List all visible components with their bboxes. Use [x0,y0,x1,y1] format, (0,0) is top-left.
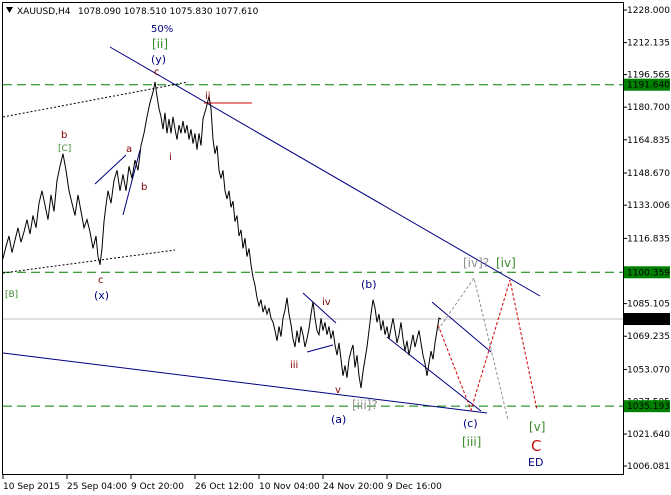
label-b-small: b [141,182,147,193]
y-tick-label-3: 1180.700 [627,103,670,113]
y-tick-label-13: 1021.640 [627,430,670,440]
y-tick-label-9: 1085.105 [627,300,670,310]
label-iii-green: [iii] [462,435,481,449]
x-tick-label-0: 10 Sep 2015 [3,482,60,492]
wedge-top-a [94,154,127,185]
price-chart: 50% [ii] (y) c ii a b i b [C] c (x) [B] … [2,2,670,492]
wedge-bottom-iv [306,344,334,353]
wedge-c-top [431,301,492,353]
x-tick-label-2: 9 Oct 20:00 [131,482,184,492]
label-x: (x) [94,289,109,302]
x-tick-label-1: 25 Sep 04:00 [67,482,127,492]
header: XAUUSD,H4 1078.090 1078.510 1075.830 107… [6,7,259,17]
y-tick-label-6: 1133.006 [627,201,670,211]
label-i: i [169,152,172,163]
lower-trendline [2,352,488,414]
label-a-paren: (a) [331,413,346,426]
label-v-green: [v] [529,420,545,434]
level-tag-2-label: 1035.193 [627,402,670,412]
ohlc-values: 1078.090 1078.510 1075.830 1077.610 [78,7,259,17]
label-iv-question: [iv]? [463,256,489,270]
label-c-left: c [98,275,104,286]
label-ii-red: ii [205,91,211,102]
level-lines [3,84,623,407]
symbol-label: XAUUSD,H4 [17,7,71,17]
label-iv: iv [322,297,331,308]
price-tags: 1191.640 1100.359 1035.193 1077.610 [624,78,670,413]
y-tick-label-5: 1148.670 [627,169,670,179]
y-tick-label-10: 1069.235 [627,332,670,342]
y-tick-label-11: 1053.070 [627,365,670,375]
wedge-bottom-a [122,149,141,216]
current-price-tag-label: 1077.610 [627,315,670,325]
projection-gray [437,276,509,421]
label-ED: ED [528,456,543,469]
label-C-red: C [531,437,541,455]
label-c-top: c [154,67,160,78]
x-tick-label-3: 26 Oct 12:00 [195,482,254,492]
label-v: v [335,385,341,396]
projection-red [437,279,538,412]
y-tick-label-1: 1212.135 [627,39,670,49]
y-tick-label-4: 1164.835 [627,136,670,146]
label-b-left: b [61,130,67,141]
trend-lines [2,46,541,414]
label-y: (y) [151,53,166,66]
wedge-top-iv [302,292,337,324]
lower-channel-dotted [2,249,176,274]
level-tag-0-label: 1191.640 [627,81,670,91]
wave-labels: 50% [ii] (y) c ii a b i b [C] c (x) [B] … [5,24,545,469]
x-tick-label-6: 9 Dec 16:00 [387,482,442,492]
y-tick-label-14: 1006.081 [627,462,670,472]
header-triangle-icon [6,7,13,13]
y-tick-label-7: 1116.835 [627,234,670,244]
label-iii: iii [290,360,298,371]
label-iii-gray: [iii]? [352,398,378,412]
label-50-percent: 50% [151,24,173,35]
label-c-paren: (c) [463,417,478,430]
chart-area[interactable]: 50% [ii] (y) c ii a b i b [C] c (x) [B] … [0,0,671,495]
label-ii-big: [ii] [152,37,168,51]
level-tag-1-label: 1100.359 [627,268,670,278]
y-tick-label-0: 1228.000 [627,6,670,16]
label-b-paren: (b) [361,278,377,291]
label-C-left: [C] [58,144,71,154]
label-a: a [126,144,132,155]
x-tick-label-5: 24 Nov 20:00 [323,482,384,492]
price-series [2,81,442,389]
label-iv-green: [iv] [496,256,516,270]
x-axis: 10 Sep 2015 25 Sep 04:00 9 Oct 20:00 26 Oct… [2,474,442,492]
label-B: [B] [5,290,18,300]
x-tick-label-4: 10 Nov 04:00 [259,482,320,492]
